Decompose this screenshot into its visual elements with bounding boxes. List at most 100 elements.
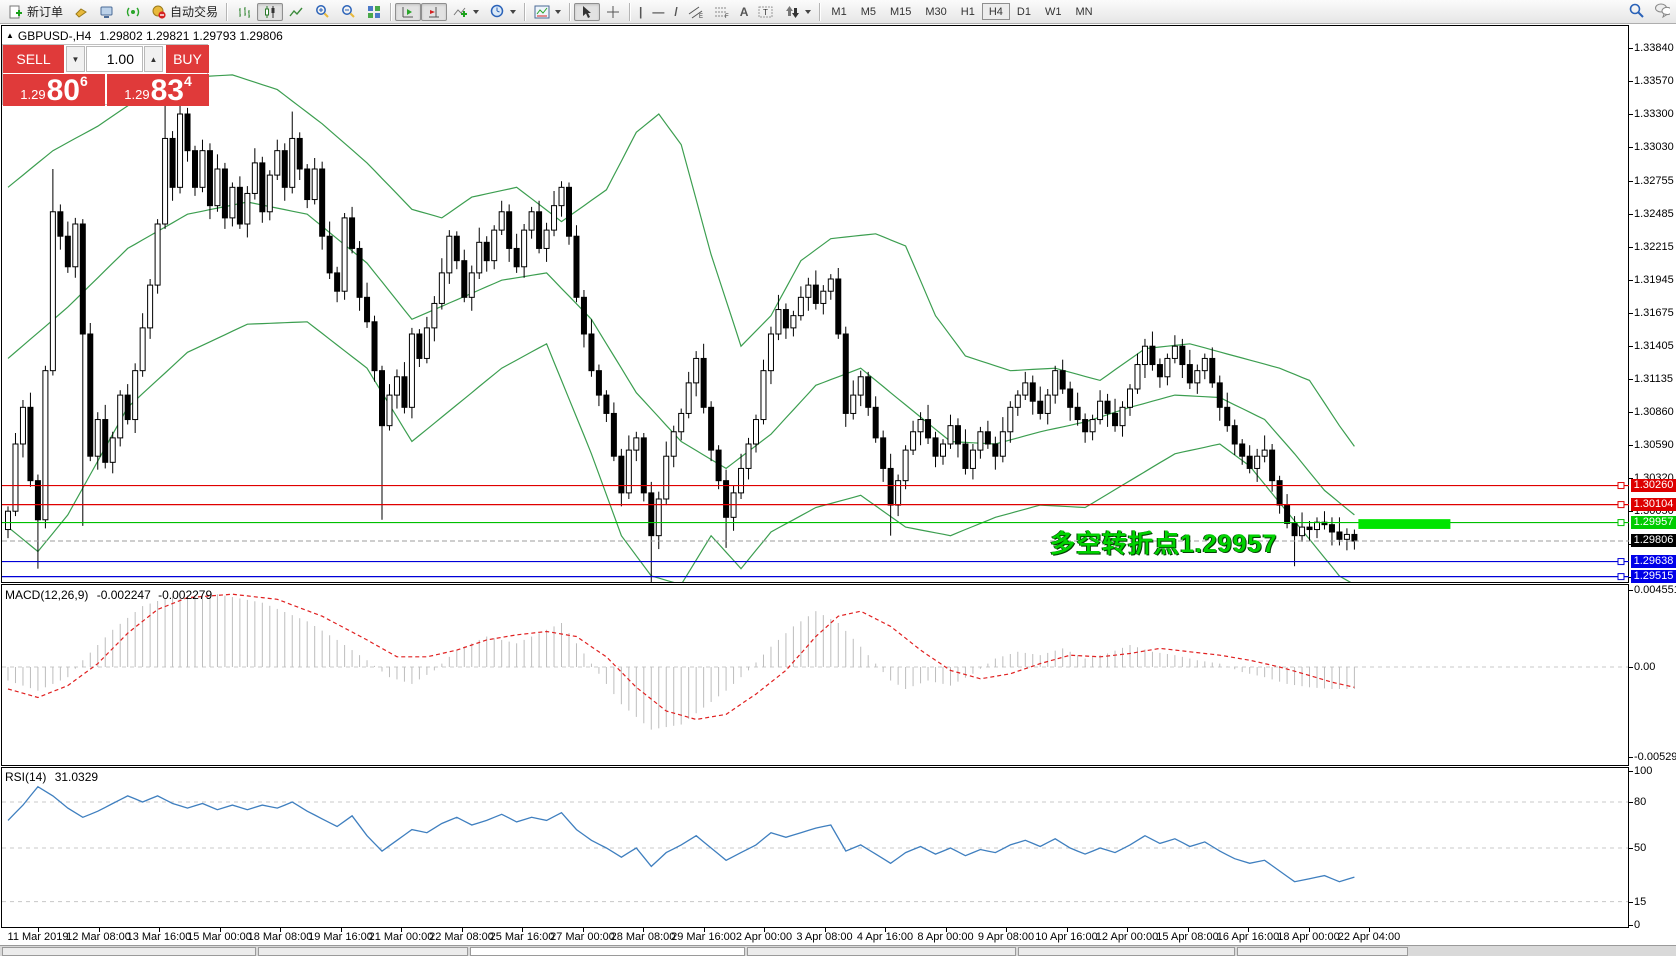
rsi-tick-label: 100	[1634, 765, 1652, 777]
taskbar-item[interactable]	[1237, 947, 1408, 956]
auto-scroll-button[interactable]	[395, 3, 421, 21]
chart-shift-button[interactable]	[421, 3, 447, 21]
collapse-icon[interactable]: ▲	[6, 31, 14, 40]
new-order-button[interactable]: 新订单	[3, 3, 68, 21]
templates-button[interactable]	[529, 3, 566, 21]
volume-increase-button[interactable]: ▲	[144, 46, 163, 72]
periods-caret-icon[interactable]	[510, 10, 516, 14]
volume-decrease-button[interactable]: ▼	[66, 46, 85, 72]
tile-windows-button[interactable]	[361, 3, 387, 21]
timeframe-m30[interactable]: M30	[918, 3, 953, 20]
level-price-label: 1.30260	[1631, 479, 1676, 492]
price-tickmark	[1629, 445, 1633, 446]
candlestick-chart-icon	[262, 4, 278, 20]
auto-trading-button[interactable]: 自动交易	[146, 3, 223, 21]
text-label-icon: T	[758, 4, 774, 20]
line-chart-button[interactable]	[283, 3, 309, 21]
text-button[interactable]: A	[735, 3, 754, 21]
fibonacci-button[interactable]: F	[709, 3, 735, 21]
timeframe-w1[interactable]: W1	[1038, 3, 1069, 20]
sell-price-display[interactable]: 1.29806	[3, 74, 105, 106]
zoom-out-icon	[340, 4, 356, 20]
text-label-button[interactable]: T	[753, 3, 779, 21]
auto-trading-label: 自动交易	[170, 3, 218, 20]
sound-button[interactable]	[68, 3, 94, 21]
taskbar-item[interactable]	[470, 947, 745, 956]
pivot-annotation[interactable]: 多空转折点1.29957	[1050, 524, 1277, 560]
candlestick-chart-button[interactable]	[257, 3, 283, 21]
horn-icon	[73, 4, 89, 20]
zoom-in-button[interactable]	[309, 3, 335, 21]
zoom-out-button[interactable]	[335, 3, 361, 21]
arrows-button[interactable]	[779, 3, 816, 21]
crosshair-button[interactable]	[600, 3, 626, 21]
toolbar-right-group	[1628, 2, 1670, 18]
timeframe-m15[interactable]: M15	[883, 3, 918, 20]
taskbar-item[interactable]	[258, 947, 468, 956]
timeframe-m1[interactable]: M1	[824, 3, 853, 20]
rsi-header: RSI(14) 31.0329	[5, 770, 98, 784]
timeframe-h1[interactable]: H1	[954, 3, 982, 20]
periods-button[interactable]	[484, 3, 521, 21]
cursor-icon	[579, 4, 595, 20]
price-tickmark	[1629, 313, 1633, 314]
timeframe-mn[interactable]: MN	[1068, 3, 1099, 20]
bar-chart-button[interactable]	[231, 3, 257, 21]
vertical-line-button[interactable]: |	[634, 3, 647, 21]
expert-advisors-icon	[99, 4, 115, 20]
toolbar-separator	[569, 3, 571, 21]
auto-scroll-icon	[400, 4, 416, 20]
rsi-pane[interactable]	[1, 767, 1629, 928]
chat-icon[interactable]	[1654, 2, 1670, 18]
horizontal-line-button[interactable]: —	[647, 3, 669, 21]
search-icon[interactable]	[1628, 2, 1644, 18]
taskbar-item[interactable]	[2, 947, 256, 956]
mt4-window: { "toolbar": { "new_order_label": "新订单",…	[0, 0, 1676, 956]
timeframe-h4[interactable]: H4	[982, 3, 1010, 20]
volume-input[interactable]	[86, 46, 143, 72]
main-chart-pane[interactable]	[1, 25, 1629, 583]
price-tickmark	[1629, 147, 1633, 148]
arrows-caret-icon[interactable]	[805, 10, 811, 14]
price-tick-label: 1.32485	[1634, 208, 1674, 220]
price-tickmark	[1629, 346, 1633, 347]
indicators-button[interactable]	[447, 3, 484, 21]
vertical-line-icon: |	[639, 5, 642, 19]
level-price-label: 1.30104	[1631, 498, 1676, 511]
new-order-icon	[8, 4, 24, 20]
price-tickmark	[1629, 214, 1633, 215]
templates-caret-icon[interactable]	[555, 10, 561, 14]
level-price-label: 1.29638	[1631, 555, 1676, 568]
svg-text:T: T	[763, 8, 768, 17]
timeframe-d1[interactable]: D1	[1010, 3, 1038, 20]
buy-price-display[interactable]: 1.29834	[107, 74, 209, 106]
macd-value-signal: -0.002279	[158, 588, 212, 602]
macd-label: MACD(12,26,9)	[5, 588, 88, 602]
zoom-in-icon	[314, 4, 330, 20]
channel-button[interactable]: E	[683, 3, 709, 21]
buy-button[interactable]: BUY	[166, 45, 209, 73]
expert-advisors-button[interactable]	[94, 3, 120, 21]
taskbar-item[interactable]	[747, 947, 1016, 956]
clock-icon	[489, 4, 505, 20]
level-price-label: 1.29957	[1631, 516, 1676, 529]
price-tick-label: 1.32215	[1634, 241, 1674, 253]
timeframe-m5[interactable]: M5	[854, 3, 883, 20]
macd-pane[interactable]	[1, 584, 1629, 766]
cursor-button[interactable]	[574, 3, 600, 21]
rsi-tickmark	[1629, 902, 1633, 903]
price-tickmark	[1629, 412, 1633, 413]
sell-price-prefix: 1.29	[20, 85, 45, 105]
signals-button[interactable]	[120, 3, 146, 21]
rsi-tick-label: 50	[1634, 842, 1646, 854]
sell-button[interactable]: SELL	[3, 45, 64, 73]
macd-tick-label: 0.00	[1634, 661, 1655, 673]
indicators-caret-icon[interactable]	[473, 10, 479, 14]
trendline-button[interactable]: /	[669, 3, 682, 21]
rsi-tickmark	[1629, 848, 1633, 849]
sell-price-big: 80	[47, 77, 80, 105]
signals-icon	[125, 4, 141, 20]
chart-header: ▲GBPUSD-,H41.29802 1.29821 1.29793 1.298…	[6, 29, 283, 43]
macd-value-main: -0.002247	[97, 588, 151, 602]
taskbar-item[interactable]	[1018, 947, 1235, 956]
